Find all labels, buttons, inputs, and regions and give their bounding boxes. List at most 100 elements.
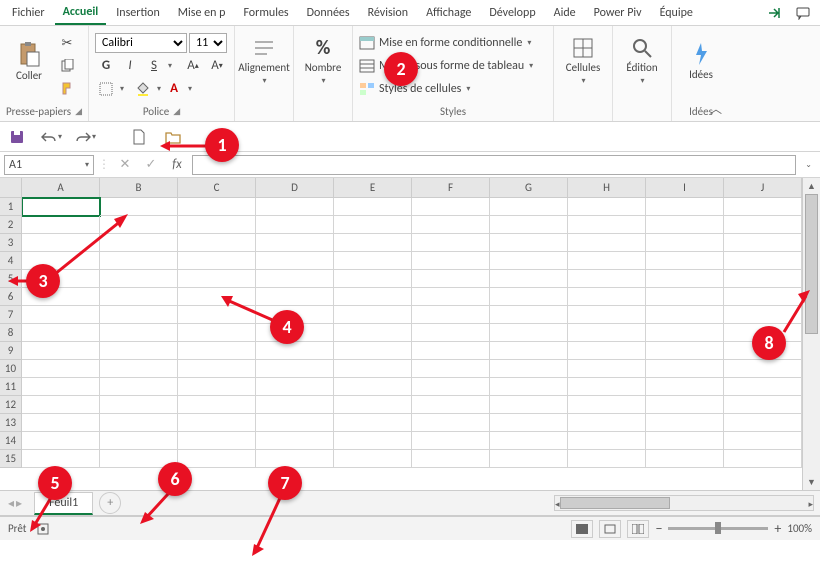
tab-developpeur[interactable]: Développ: [481, 2, 543, 24]
col-header-J[interactable]: J: [724, 178, 802, 197]
zoom-slider[interactable]: [668, 527, 768, 530]
cell-F12[interactable]: [412, 396, 490, 414]
cell-I5[interactable]: [646, 270, 724, 288]
alignment-button[interactable]: Alignement▾: [241, 28, 287, 94]
row-header-3[interactable]: 3: [0, 234, 21, 252]
cell-B9[interactable]: [100, 342, 178, 360]
cell-I13[interactable]: [646, 414, 724, 432]
cell-D11[interactable]: [256, 378, 334, 396]
cell-C5[interactable]: [178, 270, 256, 288]
cell-F14[interactable]: [412, 432, 490, 450]
row-header-15[interactable]: 15: [0, 450, 21, 468]
cell-E4[interactable]: [334, 252, 412, 270]
cell-G14[interactable]: [490, 432, 568, 450]
row-header-4[interactable]: 4: [0, 252, 21, 270]
underline-button[interactable]: S: [143, 56, 165, 76]
cell-E6[interactable]: [334, 288, 412, 306]
row-header-9[interactable]: 9: [0, 342, 21, 360]
font-name-select[interactable]: Calibri: [95, 33, 187, 53]
clipboard-dialog-icon[interactable]: ◢: [75, 106, 82, 117]
cell-G6[interactable]: [490, 288, 568, 306]
tab-aide[interactable]: Aide: [546, 2, 584, 24]
editing-button[interactable]: Édition▾: [619, 28, 665, 94]
cell-J1[interactable]: [724, 198, 802, 216]
cell-B12[interactable]: [100, 396, 178, 414]
col-header-F[interactable]: F: [412, 178, 490, 197]
fx-icon[interactable]: fx: [166, 155, 188, 175]
cell-J15[interactable]: [724, 450, 802, 468]
cell-I2[interactable]: [646, 216, 724, 234]
cell-J10[interactable]: [724, 360, 802, 378]
cell-H6[interactable]: [568, 288, 646, 306]
cell-H14[interactable]: [568, 432, 646, 450]
cell-B10[interactable]: [100, 360, 178, 378]
cell-B13[interactable]: [100, 414, 178, 432]
zoom-in-button[interactable]: +: [774, 520, 781, 537]
cell-F5[interactable]: [412, 270, 490, 288]
cell-A10[interactable]: [22, 360, 100, 378]
cell-H1[interactable]: [568, 198, 646, 216]
cell-E10[interactable]: [334, 360, 412, 378]
cell-C1[interactable]: [178, 198, 256, 216]
cell-A14[interactable]: [22, 432, 100, 450]
cell-B8[interactable]: [100, 324, 178, 342]
collapse-ribbon-icon[interactable]: ︿: [710, 100, 722, 117]
cell-E12[interactable]: [334, 396, 412, 414]
tab-insertion[interactable]: Insertion: [108, 2, 168, 24]
cell-B7[interactable]: [100, 306, 178, 324]
cell-D15[interactable]: [256, 450, 334, 468]
cell-F15[interactable]: [412, 450, 490, 468]
tab-equipe[interactable]: Équipe: [652, 2, 701, 24]
cell-G12[interactable]: [490, 396, 568, 414]
cell-I7[interactable]: [646, 306, 724, 324]
cell-E7[interactable]: [334, 306, 412, 324]
cell-J5[interactable]: [724, 270, 802, 288]
row-header-11[interactable]: 11: [0, 378, 21, 396]
enter-formula-icon[interactable]: ✓: [140, 155, 162, 175]
cell-B11[interactable]: [100, 378, 178, 396]
cell-I10[interactable]: [646, 360, 724, 378]
font-size-select[interactable]: 11: [189, 33, 227, 53]
cell-H3[interactable]: [568, 234, 646, 252]
cell-G2[interactable]: [490, 216, 568, 234]
col-header-E[interactable]: E: [334, 178, 412, 197]
name-box[interactable]: A1▾: [4, 155, 94, 175]
view-page-layout-icon[interactable]: [599, 520, 621, 538]
row-header-10[interactable]: 10: [0, 360, 21, 378]
cell-F1[interactable]: [412, 198, 490, 216]
cell-A7[interactable]: [22, 306, 100, 324]
cell-H11[interactable]: [568, 378, 646, 396]
cell-G7[interactable]: [490, 306, 568, 324]
formula-input[interactable]: [192, 155, 796, 175]
cell-E1[interactable]: [334, 198, 412, 216]
cell-I9[interactable]: [646, 342, 724, 360]
redo-icon[interactable]: ▾: [74, 127, 96, 147]
cell-C13[interactable]: [178, 414, 256, 432]
cell-H13[interactable]: [568, 414, 646, 432]
fill-color-icon[interactable]: [132, 79, 154, 99]
tab-donnees[interactable]: Données: [299, 2, 358, 24]
cell-C10[interactable]: [178, 360, 256, 378]
row-header-1[interactable]: 1: [0, 198, 21, 216]
cell-C15[interactable]: [178, 450, 256, 468]
paste-button[interactable]: Coller: [6, 28, 52, 94]
cell-G3[interactable]: [490, 234, 568, 252]
cell-C14[interactable]: [178, 432, 256, 450]
cell-J4[interactable]: [724, 252, 802, 270]
cell-I15[interactable]: [646, 450, 724, 468]
tab-power-pivot[interactable]: Power Piv: [586, 2, 650, 24]
cell-B14[interactable]: [100, 432, 178, 450]
cell-F8[interactable]: [412, 324, 490, 342]
new-file-icon[interactable]: [128, 127, 150, 147]
cell-H9[interactable]: [568, 342, 646, 360]
row-header-6[interactable]: 6: [0, 288, 21, 306]
cell-I4[interactable]: [646, 252, 724, 270]
cell-G15[interactable]: [490, 450, 568, 468]
cell-C2[interactable]: [178, 216, 256, 234]
format-painter-icon[interactable]: [56, 78, 78, 98]
col-header-G[interactable]: G: [490, 178, 568, 197]
cell-D5[interactable]: [256, 270, 334, 288]
cell-I6[interactable]: [646, 288, 724, 306]
tab-fichier[interactable]: Fichier: [4, 2, 53, 24]
font-dialog-icon[interactable]: ◢: [173, 106, 180, 117]
